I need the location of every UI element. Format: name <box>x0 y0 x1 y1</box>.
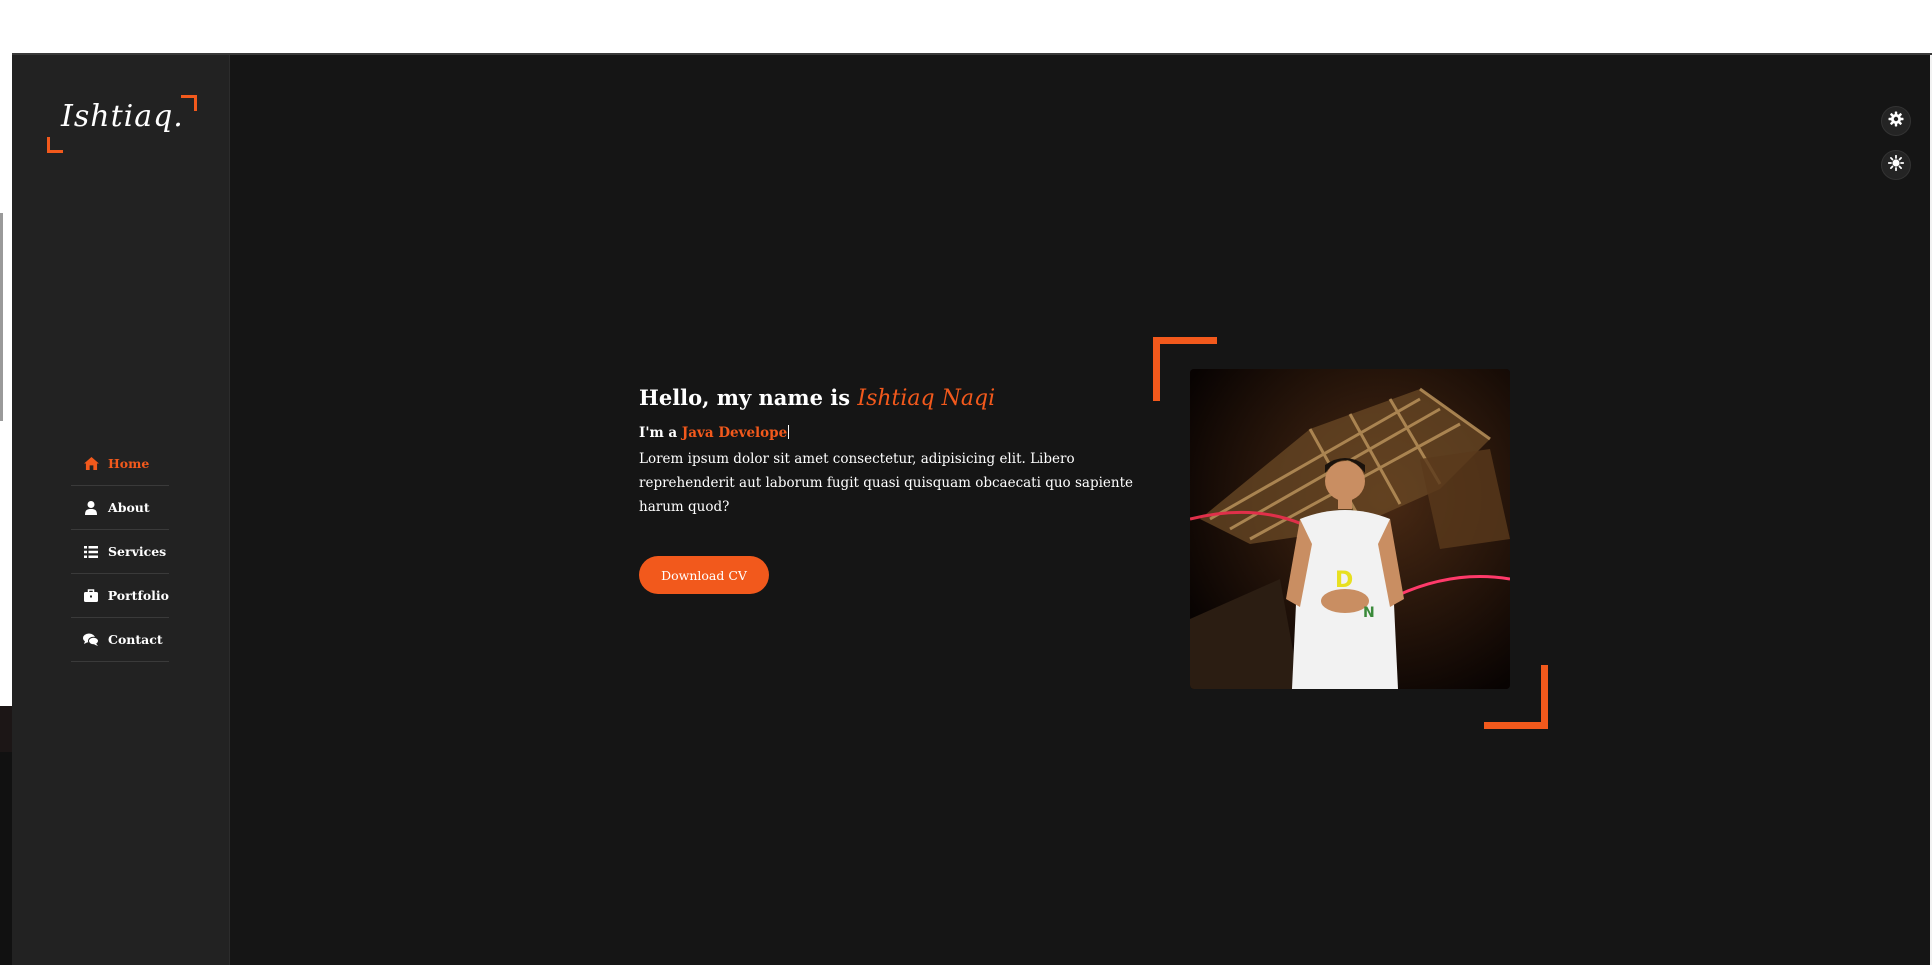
download-cv-button[interactable]: Download CV <box>639 556 769 594</box>
gear-icon <box>1888 111 1904 131</box>
logo[interactable]: Ishtiaq. <box>47 95 197 153</box>
sidebar-item-label: About <box>108 500 150 515</box>
role-line: I'm a Java Develope <box>639 425 1149 441</box>
logo-text: Ishtiaq. <box>61 99 184 134</box>
profile-photo-frame: D N <box>1153 337 1548 729</box>
hero-name: Ishtiaq Naqi <box>857 386 996 411</box>
briefcase-icon <box>83 588 99 604</box>
logo-corner-bottom-left <box>47 137 63 153</box>
sidebar: Ishtiaq. Home About Services Portfolio C… <box>12 55 230 965</box>
sidebar-item-label: Contact <box>108 632 163 647</box>
role-prefix: I'm a <box>639 425 682 441</box>
sidebar-item-services[interactable]: Services <box>71 530 169 574</box>
sidebar-item-home[interactable]: Home <box>71 442 169 486</box>
settings-toggle-button[interactable] <box>1881 106 1911 136</box>
svg-text:N: N <box>1363 605 1375 621</box>
list-icon <box>83 544 99 560</box>
browser-top-strip <box>0 0 1932 53</box>
sidebar-item-label: Portfolio <box>107 588 169 603</box>
svg-text:D: D <box>1335 568 1353 593</box>
sidebar-item-label: Services <box>108 544 167 559</box>
hero-greeting: Hello, my name is <box>639 385 858 410</box>
user-icon <box>83 500 99 516</box>
home-icon <box>83 456 99 472</box>
sidebar-nav: Home About Services Portfolio Contact <box>71 442 169 662</box>
sun-icon <box>1887 154 1905 175</box>
hero-intro: Hello, my name is Ishtiaq Naqi I'm a Jav… <box>639 385 1149 519</box>
typing-cursor <box>788 425 790 439</box>
sidebar-item-about[interactable]: About <box>71 486 169 530</box>
profile-photo: D N <box>1190 369 1510 689</box>
left-edge-panel-top <box>0 706 12 752</box>
typed-role: Java Develope <box>681 425 788 441</box>
theme-toggle-button[interactable] <box>1881 150 1911 180</box>
sidebar-item-label: Home <box>108 456 150 471</box>
hero-description: Lorem ipsum dolor sit amet consectetur, … <box>639 451 1134 515</box>
hero-title: Hello, my name is Ishtiaq Naqi <box>639 385 1149 411</box>
chat-icon <box>83 632 99 648</box>
sidebar-item-contact[interactable]: Contact <box>71 618 169 662</box>
left-scrollbar[interactable] <box>0 213 3 421</box>
sidebar-item-portfolio[interactable]: Portfolio <box>71 574 169 618</box>
